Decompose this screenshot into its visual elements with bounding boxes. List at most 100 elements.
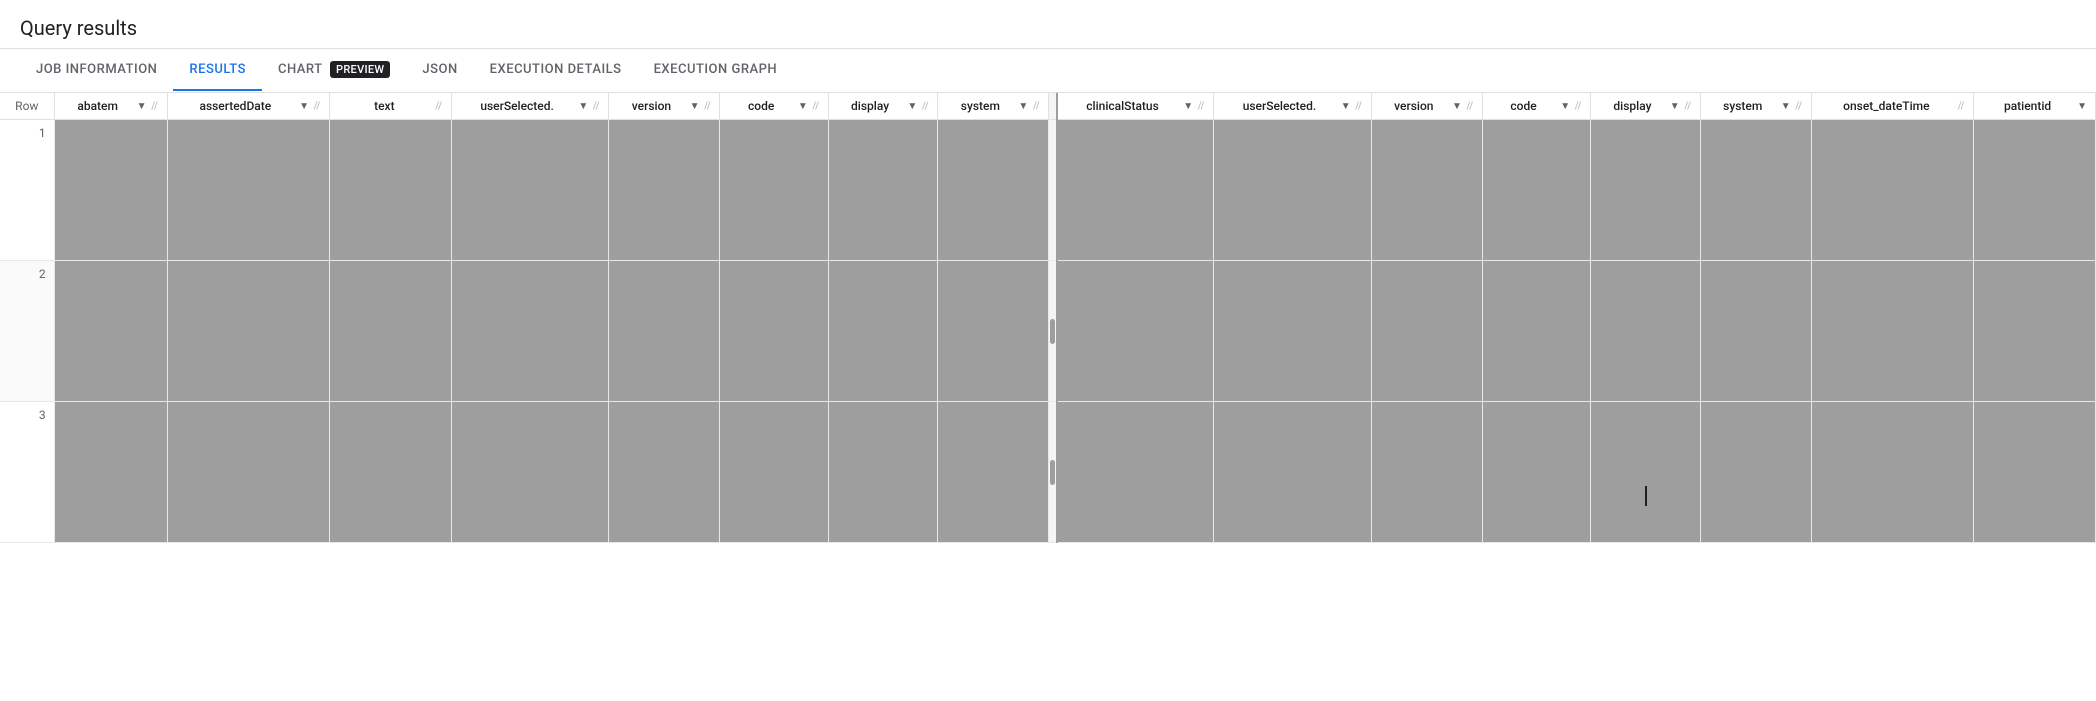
- cell-row2-col-display2: [1591, 261, 1701, 402]
- row-number-1: 1: [0, 120, 54, 261]
- cell-row2-col-patientid: [1974, 261, 2096, 402]
- sort-icon-system[interactable]: ▼: [1018, 101, 1028, 112]
- cell-row2-col-clinicalStatus: [1057, 261, 1214, 402]
- sort-icon-abatement[interactable]: ▼: [137, 101, 147, 112]
- tab-results[interactable]: RESULTS: [173, 50, 262, 91]
- divider-col-header: [1049, 93, 1057, 120]
- sort-icon-clinicalStatus[interactable]: ▼: [1183, 101, 1193, 112]
- sort-icon-assertedDate[interactable]: ▼: [299, 101, 309, 112]
- cell-row3-col-patientid: [1974, 402, 2096, 543]
- cell-row1-col-version: [609, 120, 720, 261]
- resize-handle-version2[interactable]: //: [1466, 101, 1474, 112]
- col-header-userSelected[interactable]: userSelected. ▼ //: [451, 93, 609, 120]
- sort-icon-code[interactable]: ▼: [798, 101, 808, 112]
- cell-row2-col-userSelected: [451, 261, 609, 402]
- col-header-system2[interactable]: system ▼ //: [1700, 93, 1811, 120]
- cell-row1-col-version2: [1371, 120, 1482, 261]
- tab-execution-details[interactable]: EXECUTION DETAILS: [474, 50, 638, 91]
- resize-handle-assertedDate[interactable]: //: [313, 101, 321, 112]
- col-header-assertedDate[interactable]: assertedDate ▼ //: [167, 93, 329, 120]
- sort-icon-system2[interactable]: ▼: [1781, 101, 1791, 112]
- sort-icon-display2[interactable]: ▼: [1670, 101, 1680, 112]
- col-header-clinicalStatus[interactable]: clinicalStatus ▼ //: [1057, 93, 1214, 120]
- cell-row1-col-text: [329, 120, 451, 261]
- col-header-patientid[interactable]: patientid ▼: [1974, 93, 2096, 120]
- resize-handle-clinicalStatus[interactable]: //: [1197, 101, 1205, 112]
- resize-handle-display[interactable]: //: [921, 101, 929, 112]
- cell-row3-col-code2: [1482, 402, 1590, 543]
- tab-execution-graph[interactable]: EXECUTION GRAPH: [638, 50, 794, 91]
- cell-row2-col-system: [938, 261, 1049, 402]
- col-header-abatement[interactable]: abatem ▼ //: [54, 93, 167, 120]
- sort-icon-patientid[interactable]: ▼: [2077, 101, 2087, 112]
- row-number-3: 3: [0, 402, 54, 543]
- tabs-bar: JOB INFORMATION RESULTS CHART PREVIEW JS…: [0, 49, 2096, 93]
- cell-row3-col-display2: [1591, 402, 1701, 543]
- cell-row1-col-userSelected2: [1214, 120, 1372, 261]
- cell-row3-col-onset_dateTime: [1811, 402, 1973, 543]
- cell-row3-col-code: [720, 402, 828, 543]
- cell-row3-col-userSelected: [451, 402, 609, 543]
- resize-handle-system2[interactable]: //: [1795, 101, 1803, 112]
- page-title: Query results: [0, 0, 2096, 49]
- resize-handle-version[interactable]: //: [703, 101, 711, 112]
- resize-handle-text[interactable]: //: [435, 101, 443, 112]
- cell-row2-col-system2: [1700, 261, 1811, 402]
- preview-badge: PREVIEW: [330, 61, 390, 78]
- sort-icon-code2[interactable]: ▼: [1560, 101, 1570, 112]
- col-header-system[interactable]: system ▼ //: [938, 93, 1049, 120]
- tab-job-information[interactable]: JOB INFORMATION: [20, 50, 173, 91]
- tab-chart[interactable]: CHART PREVIEW: [262, 49, 406, 92]
- cell-row3-col-clinicalStatus: [1057, 402, 1214, 543]
- col-header-display2[interactable]: display ▼ //: [1591, 93, 1701, 120]
- sort-icon-userSelected[interactable]: ▼: [578, 101, 588, 112]
- resize-handle-display2[interactable]: //: [1684, 101, 1692, 112]
- cell-row1-col-onset_dateTime: [1811, 120, 1973, 261]
- cell-row1-col-system: [938, 120, 1049, 261]
- results-table-container: Row abatem ▼ // assertedDate ▼ //: [0, 93, 2096, 543]
- cell-row3-col-assertedDate: [167, 402, 329, 543]
- cell-row2-col-display: [828, 261, 938, 402]
- sort-icon-version2[interactable]: ▼: [1452, 101, 1462, 112]
- cell-row1-col-display2: [1591, 120, 1701, 261]
- resize-handle-code2[interactable]: //: [1574, 101, 1582, 112]
- resize-handle-code[interactable]: //: [812, 101, 820, 112]
- cell-row2-col-text: [329, 261, 451, 402]
- cell-row1-col-code: [720, 120, 828, 261]
- sort-icon-version[interactable]: ▼: [690, 101, 700, 112]
- sort-icon-userSelected2[interactable]: ▼: [1341, 101, 1351, 112]
- cell-row2-col-code2: [1482, 261, 1590, 402]
- resize-handle-system[interactable]: //: [1032, 101, 1040, 112]
- cell-row2-col-assertedDate: [167, 261, 329, 402]
- cell-row1-col-patientid: [1974, 120, 2096, 261]
- sort-icon-display[interactable]: ▼: [907, 101, 917, 112]
- resize-handle-abatement[interactable]: //: [151, 101, 159, 112]
- col-header-userSelected2[interactable]: userSelected. ▼ //: [1214, 93, 1372, 120]
- cell-row2-col-version2: [1371, 261, 1482, 402]
- col-header-code[interactable]: code ▼ //: [720, 93, 828, 120]
- cell-row1-col-code2: [1482, 120, 1590, 261]
- col-header-version[interactable]: version ▼ //: [609, 93, 720, 120]
- col-header-display[interactable]: display ▼ //: [828, 93, 938, 120]
- cell-row3-col-userSelected2: [1214, 402, 1372, 543]
- resize-handle-userSelected2[interactable]: //: [1355, 101, 1363, 112]
- cell-row3-col-system2: [1700, 402, 1811, 543]
- divider-cell-row2: [1049, 261, 1057, 402]
- cell-row1-col-clinicalStatus: [1057, 120, 1214, 261]
- tab-json[interactable]: JSON: [406, 50, 473, 91]
- resize-handle-onset-datetime[interactable]: //: [1957, 101, 1965, 112]
- cell-row3-col-system: [938, 402, 1049, 543]
- col-header-text[interactable]: text //: [329, 93, 451, 120]
- col-header-version2[interactable]: version ▼ //: [1371, 93, 1482, 120]
- cell-row1-col-abatement: [54, 120, 167, 261]
- col-header-code2[interactable]: code ▼ //: [1482, 93, 1590, 120]
- row-number-2: 2: [0, 261, 54, 402]
- resize-handle-userSelected[interactable]: //: [592, 101, 600, 112]
- cell-row3-col-version2: [1371, 402, 1482, 543]
- cell-row2-col-code: [720, 261, 828, 402]
- cell-row1-col-assertedDate: [167, 120, 329, 261]
- cell-row2-col-userSelected2: [1214, 261, 1372, 402]
- cell-row2-col-abatement: [54, 261, 167, 402]
- col-header-onset-datetime[interactable]: onset_dateTime //: [1811, 93, 1973, 120]
- cell-row3-col-display: [828, 402, 938, 543]
